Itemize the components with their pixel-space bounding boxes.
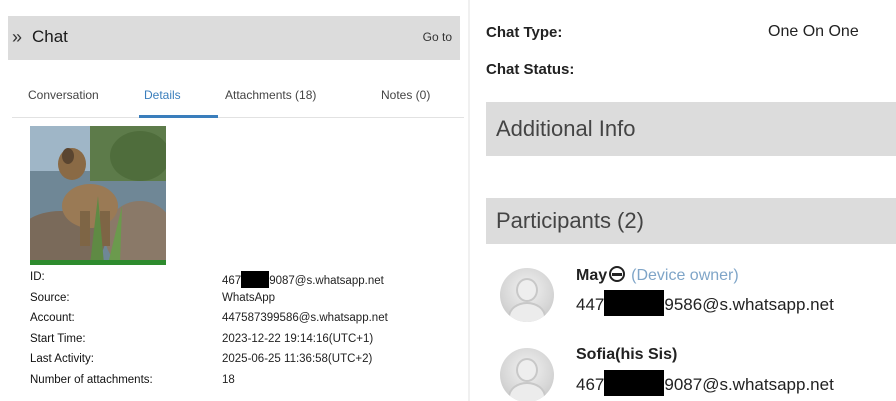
redaction-box <box>604 370 665 396</box>
chat-header[interactable]: » Chat Go to <box>8 16 460 60</box>
active-tab-indicator <box>139 115 218 118</box>
participant-name: Sofia(his Sis) <box>576 346 678 363</box>
redaction-box <box>241 271 270 288</box>
participant-name: May <box>576 267 608 284</box>
detail-value: 2025-06-25 11:36:58(UTC+2) <box>222 353 373 365</box>
chat-photo[interactable] <box>30 126 166 264</box>
detail-row-start-time: Start Time: 2023-12-22 19:14:16(UTC+1) <box>30 330 460 351</box>
participant-address-suffix: 9586@s.whatsapp.net <box>664 295 834 314</box>
detail-row-id: ID: 467 9087@s.whatsapp.net <box>30 268 460 289</box>
tab-attachments[interactable]: Attachments (18) <box>225 88 316 102</box>
participant-item[interactable]: May (Device owner) 447 9586@s.whatsapp.net <box>496 262 896 322</box>
participants-section[interactable]: Participants (2) <box>486 198 896 244</box>
detail-label: Source: <box>30 291 70 304</box>
chat-details-panel: » Chat Go to Conversation Details Attach… <box>0 0 470 401</box>
details-list: ID: 467 9087@s.whatsapp.net Source: Whats… <box>30 268 460 391</box>
redaction-box <box>604 290 665 316</box>
tab-details[interactable]: Details <box>144 88 181 102</box>
detail-row-attachments-count: Number of attachments: 18 <box>30 371 460 392</box>
detail-value-prefix: 467 <box>222 275 242 287</box>
emoji-icon <box>609 266 626 282</box>
photo-accent-bar <box>30 260 166 265</box>
detail-value: WhatsApp <box>222 291 276 304</box>
chat-photo-image <box>30 126 166 264</box>
participant-name-line: Sofia(his Sis) <box>576 346 677 364</box>
participant-address-prefix: 467 <box>576 375 605 394</box>
default-avatar-icon <box>500 268 554 322</box>
detail-row-account: Account: 447587399586@s.whatsapp.net <box>30 309 460 330</box>
chat-type-value: One On One <box>768 23 859 40</box>
detail-value: 447587399586@s.whatsapp.net <box>222 312 388 324</box>
participant-address-prefix: 447 <box>576 295 605 314</box>
detail-label: Last Activity: <box>30 353 94 365</box>
device-owner-label: (Device owner) <box>631 267 739 284</box>
tab-conversation[interactable]: Conversation <box>28 88 99 102</box>
participants-title: Participants (2) <box>496 208 644 233</box>
detail-row-last-activity: Last Activity: 2025-06-25 11:36:58(UTC+2… <box>30 350 460 371</box>
detail-value: 467 9087@s.whatsapp.net <box>222 271 384 288</box>
default-avatar-icon <box>500 348 554 401</box>
participant-name-line: May (Device owner) <box>576 266 739 285</box>
additional-info-section[interactable]: Additional Info <box>486 102 896 156</box>
goto-link[interactable]: Go to <box>423 30 452 44</box>
chat-status-label: Chat Status: <box>486 61 575 78</box>
participant-item[interactable]: Sofia(his Sis) 467 9087@s.whatsapp.net <box>496 342 896 401</box>
detail-value: 2023-12-22 19:14:16(UTC+1) <box>222 332 374 345</box>
detail-row-source: Source: WhatsApp <box>30 289 460 310</box>
additional-info-title: Additional Info <box>496 116 636 141</box>
detail-label: ID: <box>30 271 45 283</box>
participant-address: 467 9087@s.whatsapp.net <box>576 370 834 396</box>
detail-label: Start Time: <box>30 332 86 345</box>
detail-label: Account: <box>30 312 75 324</box>
tab-notes[interactable]: Notes (0) <box>381 88 430 102</box>
participant-address: 447 9586@s.whatsapp.net <box>576 290 834 316</box>
detail-label: Number of attachments: <box>30 373 153 386</box>
detail-value: 18 <box>222 373 235 386</box>
chat-info-panel: Chat Type: One On One Chat Status: Addit… <box>476 0 896 401</box>
detail-value-suffix: 9087@s.whatsapp.net <box>269 275 384 287</box>
panel-divider <box>468 0 470 401</box>
participant-address-suffix: 9087@s.whatsapp.net <box>664 375 834 394</box>
chat-type-label: Chat Type: <box>486 24 563 41</box>
details-tabs: Conversation Details Attachments (18) No… <box>12 76 464 118</box>
chat-header-title: Chat <box>32 27 68 46</box>
double-chevron-right-icon[interactable]: » <box>12 27 22 48</box>
